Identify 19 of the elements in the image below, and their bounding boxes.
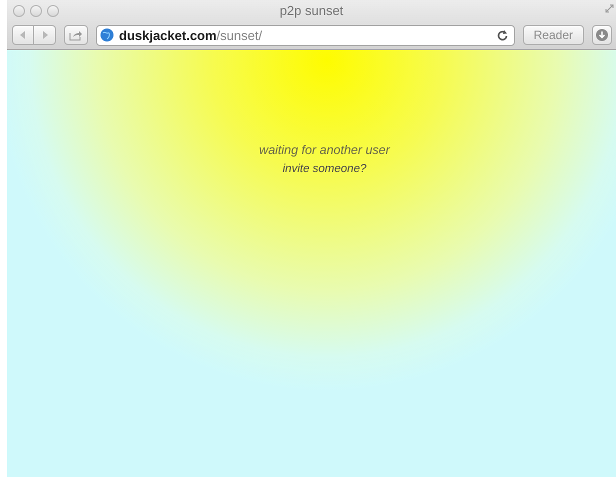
reload-icon[interactable]	[496, 30, 508, 40]
left-arrow-icon	[19, 31, 27, 39]
minimize-button[interactable]	[30, 4, 42, 16]
address-field[interactable]: duskjacket.com/sunset/	[96, 24, 515, 46]
right-arrow-icon	[40, 31, 48, 39]
globe-icon	[100, 28, 114, 42]
back-button[interactable]	[12, 25, 34, 45]
zoom-button[interactable]	[47, 4, 59, 16]
fullscreen-icon[interactable]	[605, 4, 614, 13]
invite-link[interactable]: invite someone?	[282, 163, 366, 175]
close-button[interactable]	[13, 4, 25, 16]
forward-button[interactable]	[34, 25, 56, 45]
window-title: p2p sunset	[280, 3, 344, 18]
url-text: duskjacket.com/sunset/	[119, 28, 264, 42]
downloads-button[interactable]	[592, 25, 612, 45]
download-icon	[596, 29, 608, 41]
status-text: waiting for another user	[259, 143, 390, 157]
share-icon	[69, 30, 83, 40]
share-button[interactable]	[64, 25, 88, 45]
